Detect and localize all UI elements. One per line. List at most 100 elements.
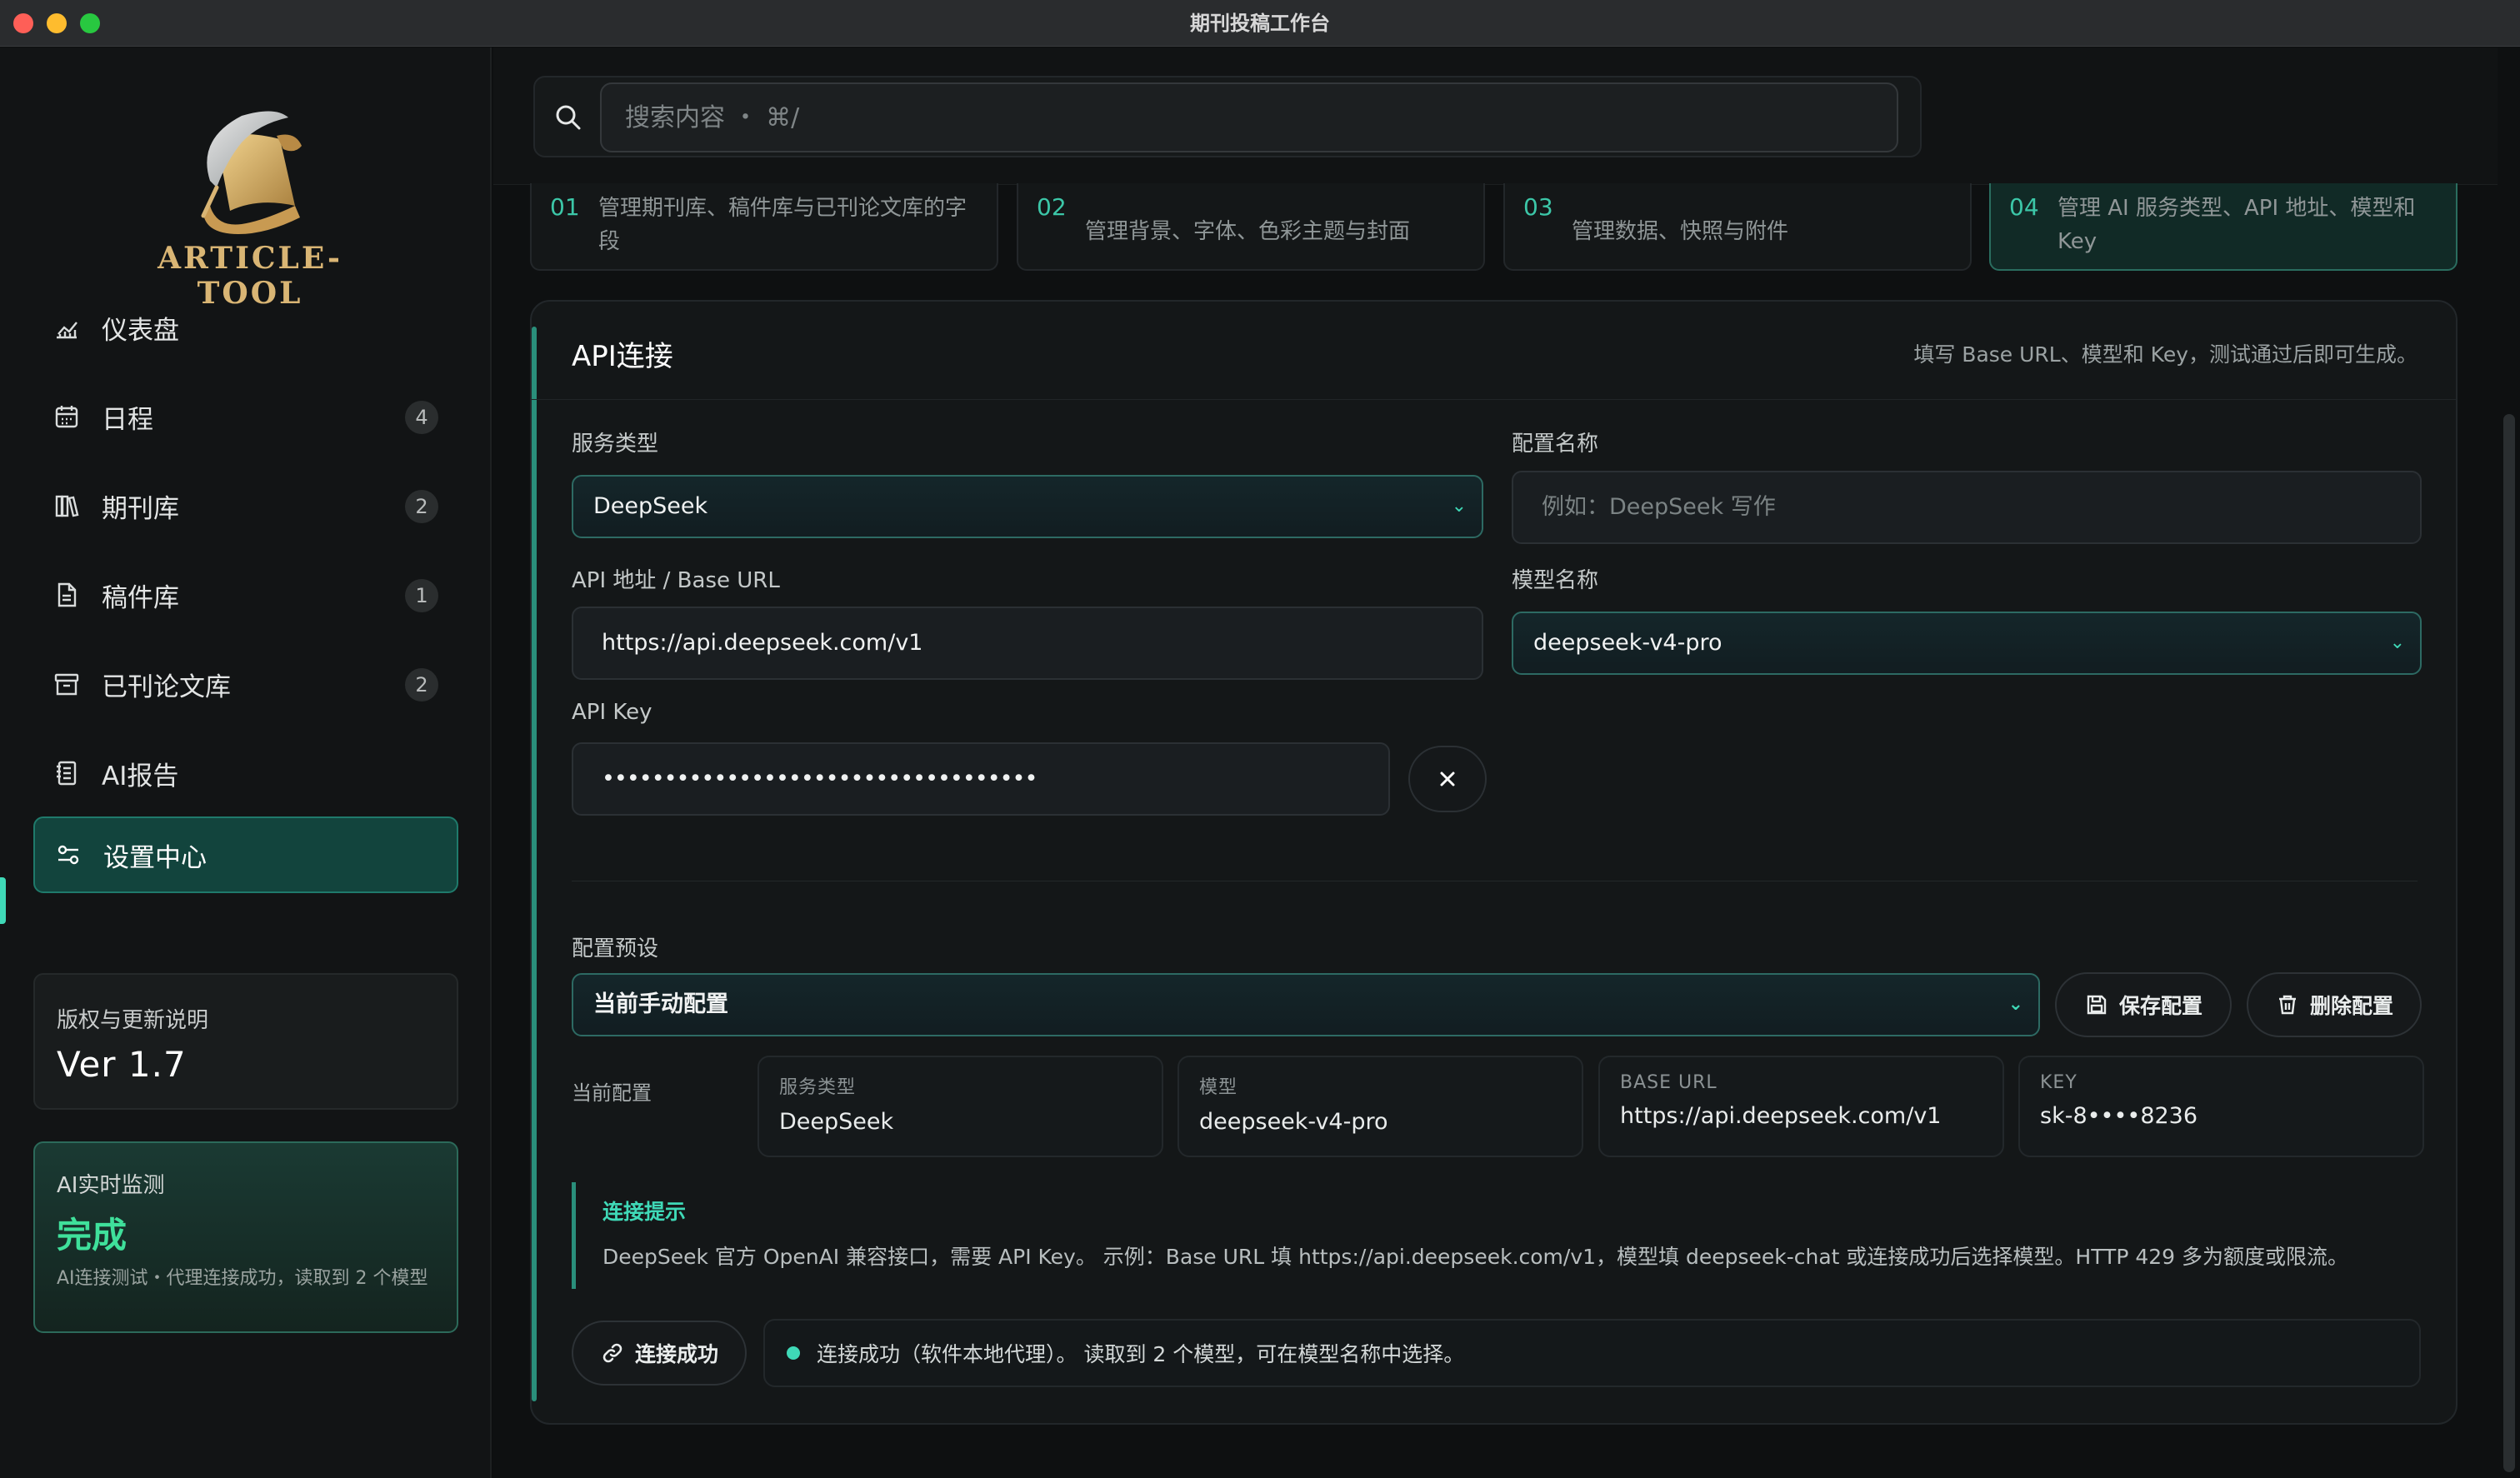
sidebar-item-label: 设置中心 xyxy=(103,842,207,873)
panel-title: API连接 xyxy=(572,340,673,373)
step-number: 02 xyxy=(1037,193,1067,221)
step-number: 03 xyxy=(1523,193,1553,221)
step-ai[interactable]: 04 管理 AI 服务类型、API 地址、模型和 Key xyxy=(1989,183,2458,271)
link-icon xyxy=(600,1341,625,1366)
save-icon xyxy=(2084,992,2109,1017)
search-container xyxy=(533,76,1922,157)
service-type-label: 服务类型 xyxy=(572,432,659,457)
sidebar-item-published-papers[interactable]: 已刊论文库 2 xyxy=(33,646,458,722)
model-name-label: 模型名称 xyxy=(1512,568,1599,593)
current-config-label: 当前配置 xyxy=(572,1081,652,1105)
connection-status-text: 连接成功（软件本地代理）。 读取到 2 个模型，可在模型名称中选择。 xyxy=(817,1342,1465,1366)
api-connection-panel: API连接 填写 Base URL、模型和 Key，测试通过后即可生成。 服务类… xyxy=(530,300,2458,1425)
model-name-select[interactable]: deepseek-v4-pro ⌄ xyxy=(1512,612,2422,675)
sidebar-item-schedule[interactable]: 日程 4 xyxy=(33,378,458,455)
sidebar-item-manuscripts[interactable]: 稿件库 1 xyxy=(33,557,458,633)
connection-status: 连接成功（软件本地代理）。 读取到 2 个模型，可在模型名称中选择。 xyxy=(763,1319,2421,1387)
step-appearance[interactable]: 02 管理背景、字体、色彩主题与封面 xyxy=(1017,183,1485,271)
monitor-description: AI连接测试・代理连接成功，读取到 2 个模型 xyxy=(57,1268,428,1289)
step-number: 04 xyxy=(2009,193,2039,221)
sidebar-item-label: 稿件库 xyxy=(102,582,179,613)
step-text: 管理背景、字体、色彩主题与封面 xyxy=(1085,219,1411,244)
api-key-input[interactable]: ••••••••••••••••••••••••••••••••••• xyxy=(572,742,1390,816)
config-name-input[interactable]: 例如：DeepSeek 写作 xyxy=(1512,471,2422,544)
service-type-select[interactable]: DeepSeek ⌄ xyxy=(572,475,1483,538)
tip-title: 连接提示 xyxy=(602,1200,687,1224)
preset-value: 当前手动配置 xyxy=(593,991,728,1017)
info-label: KEY xyxy=(2040,1072,2078,1093)
sidebar-item-label: AI报告 xyxy=(102,761,179,791)
info-value: DeepSeek xyxy=(779,1109,894,1135)
document-icon xyxy=(52,580,82,610)
connection-tip: 连接提示 DeepSeek 官方 OpenAI 兼容接口，需要 API Key。… xyxy=(572,1182,2421,1289)
api-key-label: API Key xyxy=(572,700,652,725)
current-model-box: 模型 deepseek-v4-pro xyxy=(1178,1056,1583,1157)
info-value: deepseek-v4-pro xyxy=(1199,1109,1388,1135)
service-type-value: DeepSeek xyxy=(593,493,708,519)
app-logo: ARTICLE-TOOL xyxy=(117,81,383,311)
trash-icon xyxy=(2275,992,2300,1017)
chart-icon xyxy=(52,312,82,342)
version-label: 版权与更新说明 xyxy=(57,1008,209,1033)
preset-select[interactable]: 当前手动配置 ⌄ xyxy=(572,973,2040,1036)
step-number: 01 xyxy=(550,193,580,221)
sidebar-item-journals[interactable]: 期刊库 2 xyxy=(33,467,458,544)
clear-key-button[interactable] xyxy=(1408,746,1487,812)
count-badge: 2 xyxy=(405,668,438,702)
preset-label: 配置预设 xyxy=(572,936,659,961)
version-card[interactable]: 版权与更新说明 Ver 1.7 xyxy=(33,973,458,1110)
sidebar-item-ai-report[interactable]: AI报告 xyxy=(33,735,458,811)
search-input[interactable] xyxy=(600,82,1898,152)
model-name-value: deepseek-v4-pro xyxy=(1533,630,1722,656)
active-indicator xyxy=(0,877,6,924)
config-name-label: 配置名称 xyxy=(1512,432,1599,457)
info-value: sk-8••••8236 xyxy=(2040,1103,2198,1129)
save-config-button[interactable]: 保存配置 xyxy=(2055,972,2232,1037)
current-service-box: 服务类型 DeepSeek xyxy=(758,1056,1163,1157)
sidebar: ARTICLE-TOOL 仪表盘 日程 4 期刊库 2 稿件库 1 已刊论文库 … xyxy=(0,47,492,1478)
settings-steps: 01 管理期刊库、稿件库与已刊论文库的字段 02 管理背景、字体、色彩主题与封面… xyxy=(530,183,2458,271)
step-text: 管理 AI 服务类型、API 地址、模型和 Key xyxy=(2058,196,2416,254)
search-icon[interactable] xyxy=(552,101,585,134)
step-text: 管理期刊库、稿件库与已刊论文库的字段 xyxy=(598,196,968,254)
archive-icon xyxy=(52,669,82,699)
sidebar-item-label: 已刊论文库 xyxy=(102,672,231,702)
title-bar: 期刊投稿工作台 xyxy=(0,0,2520,47)
info-value: https://api.deepseek.com/v1 xyxy=(1620,1103,1942,1129)
base-url-label: API 地址 / Base URL xyxy=(572,568,780,593)
sidebar-item-settings[interactable]: 设置中心 xyxy=(33,816,458,893)
delete-config-button[interactable]: 删除配置 xyxy=(2247,972,2422,1037)
quill-scroll-icon xyxy=(201,111,302,234)
count-badge: 4 xyxy=(405,401,438,434)
config-name-placeholder: 例如：DeepSeek 写作 xyxy=(1542,494,1776,520)
step-fields[interactable]: 01 管理期刊库、稿件库与已刊论文库的字段 xyxy=(530,183,998,271)
count-badge: 1 xyxy=(405,579,438,612)
info-label: 模型 xyxy=(1199,1077,1238,1098)
report-icon xyxy=(52,758,82,788)
panel-header: API连接 填写 Base URL、模型和 Key，测试通过后即可生成。 xyxy=(532,302,2456,400)
window-title: 期刊投稿工作台 xyxy=(1190,12,1330,35)
connect-button-label: 连接成功 xyxy=(634,1342,718,1366)
panel-hint: 填写 Base URL、模型和 Key，测试通过后即可生成。 xyxy=(1913,342,2418,367)
step-data[interactable]: 03 管理数据、快照与附件 xyxy=(1503,183,1972,271)
sidebar-item-label: 日程 xyxy=(102,404,153,435)
save-config-label: 保存配置 xyxy=(2118,994,2202,1018)
base-url-input[interactable]: https://api.deepseek.com/v1 xyxy=(572,607,1483,680)
search-bar xyxy=(493,47,2498,185)
info-label: 服务类型 xyxy=(779,1077,857,1098)
chevron-down-icon: ⌄ xyxy=(1451,496,1467,517)
calendar-icon xyxy=(52,402,82,432)
monitor-label: AI实时监测 xyxy=(57,1173,165,1198)
sidebar-item-dashboard[interactable]: 仪表盘 xyxy=(33,289,458,366)
base-url-value: https://api.deepseek.com/v1 xyxy=(602,630,923,656)
ai-monitor-card[interactable]: AI实时监测 完成 AI连接测试・代理连接成功，读取到 2 个模型 xyxy=(33,1141,458,1333)
sidebar-item-label: 仪表盘 xyxy=(102,315,179,346)
test-connection-button[interactable]: 连接成功 xyxy=(572,1321,747,1386)
sidebar-item-label: 期刊库 xyxy=(102,493,179,524)
tip-text: DeepSeek 官方 OpenAI 兼容接口，需要 API Key。 示例：B… xyxy=(602,1245,2349,1269)
count-badge: 2 xyxy=(405,490,438,523)
delete-config-label: 删除配置 xyxy=(2309,994,2393,1018)
books-icon xyxy=(52,491,82,521)
info-label: BASE URL xyxy=(1620,1072,1718,1093)
scrollbar[interactable] xyxy=(2503,414,2515,1472)
